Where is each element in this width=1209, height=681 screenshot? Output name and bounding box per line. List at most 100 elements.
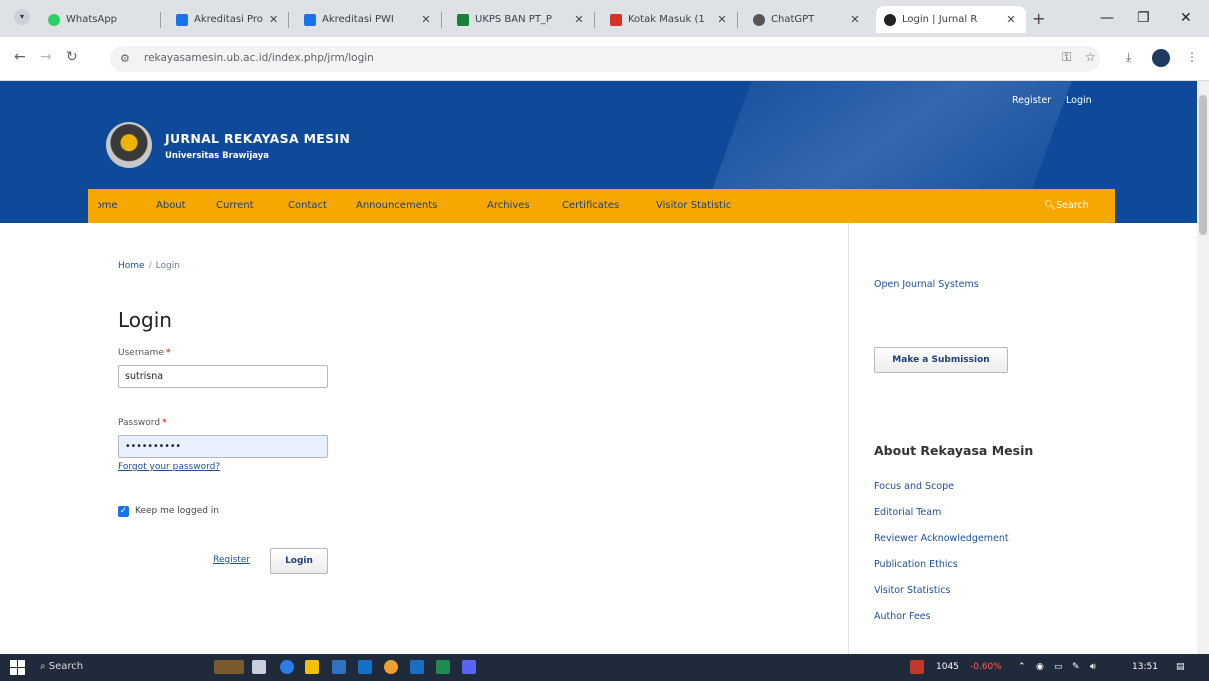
breadcrumb-home[interactable]: Home — [118, 261, 145, 271]
maximize-button[interactable]: ❐ — [1137, 10, 1150, 26]
tab-title: Akreditasi Prod — [194, 14, 264, 25]
about-link-editorial-team[interactable]: Editorial Team — [874, 507, 941, 518]
nav-about[interactable]: About — [156, 200, 186, 211]
minimize-button[interactable]: — — [1100, 10, 1114, 26]
download-icon[interactable]: ⤓ — [1126, 50, 1131, 65]
journal-title[interactable]: JURNAL REKAYASA MESIN — [165, 131, 350, 146]
app-icon[interactable] — [462, 660, 476, 674]
forgot-password-link[interactable]: Forgot your password? — [118, 462, 220, 472]
tab-title: Akreditasi PWI — [322, 14, 394, 25]
system-tray-chevron-icon[interactable]: ⌃ — [1018, 662, 1026, 672]
edge-icon[interactable] — [280, 660, 294, 674]
about-link-visitor-statistics[interactable]: Visitor Statistics — [874, 585, 950, 596]
url-text: rekayasamesin.ub.ac.id/index.php/jrm/log… — [144, 52, 374, 64]
about-link-reviewer-ack[interactable]: Reviewer Acknowledgement — [874, 533, 1009, 544]
nav-visitor-statistic[interactable]: Visitor Statistic — [656, 200, 731, 211]
network-icon[interactable]: ◉ — [1036, 662, 1044, 672]
sheets-icon — [457, 13, 469, 26]
nav-current[interactable]: Current — [216, 200, 254, 211]
browser-toolbar: ← → ↻ ⚙ rekayasamesin.ub.ac.id/index.php… — [0, 37, 1209, 81]
excel-icon[interactable] — [436, 660, 450, 674]
about-link-focus-scope[interactable]: Focus and Scope — [874, 481, 954, 492]
nav-announcements[interactable]: Announcements — [356, 200, 437, 211]
volume-icon[interactable]: 🔊︎ — [1090, 662, 1096, 672]
stock-widget-icon[interactable] — [910, 660, 924, 674]
tab-akreditasi-prod[interactable]: Akreditasi Prod ✕ — [168, 6, 288, 33]
battery-icon[interactable]: ▭ — [1054, 662, 1063, 672]
pen-icon[interactable]: ✎ — [1072, 662, 1080, 672]
tab-whatsapp[interactable]: WhatsApp — [40, 6, 160, 33]
forward-icon[interactable]: → — [40, 49, 52, 65]
header-register-link[interactable]: Register — [1012, 95, 1051, 106]
widget-icon[interactable] — [214, 660, 244, 674]
nav-left-edge — [88, 189, 98, 223]
close-icon[interactable]: ✕ — [715, 13, 729, 26]
stock-change: -0.60% — [970, 662, 1002, 672]
make-submission-button[interactable]: Make a Submission — [874, 347, 1008, 373]
browser-tab-strip: ▾ WhatsApp Akreditasi Prod ✕ Akreditasi … — [0, 0, 1209, 37]
keep-logged-in-label[interactable]: Keep me logged in — [135, 506, 219, 516]
tab-login-jurnal[interactable]: Login | Jurnal R ✕ — [876, 6, 1026, 33]
task-view-icon[interactable] — [252, 660, 266, 674]
search-icon: 🔍︎ — [1044, 200, 1057, 211]
notification-icon[interactable]: ▤ — [1176, 662, 1185, 672]
new-tab-button[interactable]: + — [1032, 9, 1045, 28]
close-window-button[interactable]: ✕ — [1180, 10, 1192, 26]
tab-separator — [594, 12, 595, 28]
tab-gmail[interactable]: Kotak Masuk (1 ✕ — [602, 6, 737, 33]
nav-certificates[interactable]: Certificates — [562, 200, 619, 211]
tab-separator — [737, 12, 738, 28]
store-icon[interactable] — [332, 660, 346, 674]
windows-taskbar: ⌕ Search 1045 -0.60% ⌃ ◉ ▭ ✎ 🔊︎ 13:51 ▤ — [0, 654, 1209, 681]
clock-time[interactable]: 13:51 — [1132, 662, 1158, 672]
password-label: Password * — [118, 418, 167, 428]
login-button[interactable]: Login — [270, 548, 328, 574]
tab-search-button[interactable]: ▾ — [14, 9, 30, 25]
file-explorer-icon[interactable] — [305, 660, 319, 674]
taskbar-search[interactable]: ⌕ Search — [36, 654, 206, 681]
nav-archives[interactable]: Archives — [487, 200, 530, 211]
site-info-icon[interactable]: ⚙ — [120, 52, 130, 65]
mail-icon[interactable] — [358, 660, 372, 674]
tab-title: WhatsApp — [66, 14, 118, 25]
chrome-icon[interactable] — [384, 660, 398, 674]
tab-separator — [288, 12, 289, 28]
back-icon[interactable]: ← — [14, 49, 26, 65]
reload-icon[interactable]: ↻ — [66, 49, 78, 65]
close-icon[interactable]: ✕ — [267, 13, 280, 26]
tab-title: Kotak Masuk (1 — [628, 14, 705, 25]
main-navigation: Home About Current Contact Announcements… — [92, 189, 1115, 223]
profile-avatar[interactable] — [1152, 49, 1170, 67]
password-field[interactable]: •••••••••• — [118, 435, 328, 458]
header-login-link[interactable]: Login — [1066, 95, 1092, 106]
university-logo[interactable] — [106, 122, 152, 168]
about-link-publication-ethics[interactable]: Publication Ethics — [874, 559, 958, 570]
register-link[interactable]: Register — [213, 555, 250, 565]
bookmark-star-icon[interactable]: ☆ — [1085, 50, 1096, 64]
tab-ukps[interactable]: UKPS BAN PT_P ✕ — [449, 6, 594, 33]
password-label-text: Password — [118, 418, 161, 428]
breadcrumb-current: Login — [155, 261, 180, 271]
tab-title: ChatGPT — [771, 14, 815, 25]
nav-search-link[interactable]: 🔍︎Search — [1044, 200, 1089, 211]
tab-separator — [160, 12, 161, 28]
windows-start-icon[interactable] — [10, 660, 25, 675]
close-icon[interactable]: ✕ — [1004, 13, 1018, 26]
username-field[interactable]: sutrisna — [118, 365, 328, 388]
about-link-author-fees[interactable]: Author Fees — [874, 611, 931, 622]
close-icon[interactable]: ✕ — [419, 13, 433, 26]
nav-contact[interactable]: Contact — [288, 200, 327, 211]
scrollbar-thumb[interactable] — [1199, 95, 1207, 235]
close-icon[interactable]: ✕ — [572, 13, 586, 26]
menu-kebab-icon[interactable]: ⋮ — [1186, 50, 1198, 64]
sidebar: Open Journal Systems Make a Submission A… — [849, 223, 1197, 654]
required-mark: * — [165, 348, 171, 358]
password-key-icon[interactable]: ⚿ — [1062, 50, 1071, 65]
close-icon[interactable]: ✕ — [848, 13, 862, 26]
address-bar[interactable]: ⚙ rekayasamesin.ub.ac.id/index.php/jrm/l… — [110, 46, 1100, 72]
tab-chatgpt[interactable]: ChatGPT ✕ — [745, 6, 870, 33]
tab-akreditasi-pwi[interactable]: Akreditasi PWI ✕ — [296, 6, 441, 33]
word-icon[interactable] — [410, 660, 424, 674]
keep-logged-in-checkbox[interactable]: ✓ — [118, 506, 129, 517]
ojs-link[interactable]: Open Journal Systems — [874, 279, 979, 290]
